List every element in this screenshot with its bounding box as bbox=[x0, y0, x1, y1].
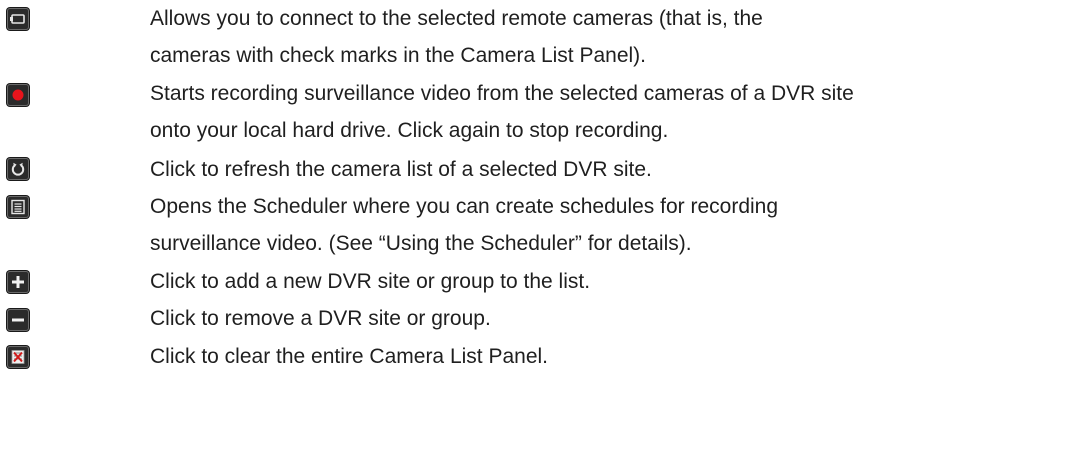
description-line: Click to add a new DVR site or group to … bbox=[150, 270, 591, 293]
description-line: Click to remove a DVR site or group. bbox=[150, 307, 491, 330]
description-line: cameras with check marks in the Camera L… bbox=[150, 44, 647, 67]
scheduler-icon bbox=[7, 196, 29, 218]
description-line: surveillance video. (See “Using the Sche… bbox=[150, 232, 692, 255]
description-line: onto your local hard drive. Click again … bbox=[150, 119, 669, 142]
item-description: Starts recording surveillance video from… bbox=[150, 75, 1060, 149]
description-line: Allows you to connect to the selected re… bbox=[150, 7, 763, 30]
description-line: Opens the Scheduler where you can create… bbox=[150, 195, 779, 218]
item-description: Click to refresh the camera list of a se… bbox=[150, 151, 1060, 188]
refresh-icon bbox=[7, 158, 29, 180]
item-description: Click to remove a DVR site or group. bbox=[150, 300, 1060, 337]
remove-icon bbox=[7, 309, 29, 331]
description-line: Starts recording surveillance video from… bbox=[150, 82, 854, 105]
item-description: Click to clear the entire Camera List Pa… bbox=[150, 338, 1060, 375]
description-line: Click to refresh the camera list of a se… bbox=[150, 158, 652, 181]
connect-camera-icon bbox=[7, 8, 29, 30]
record-icon bbox=[7, 84, 29, 106]
clear-list-icon bbox=[7, 346, 29, 368]
item-description: Click to add a new DVR site or group to … bbox=[150, 263, 1060, 300]
item-description: Allows you to connect to the selected re… bbox=[150, 0, 1060, 74]
add-icon bbox=[7, 271, 29, 293]
item-description: Opens the Scheduler where you can create… bbox=[150, 188, 1060, 262]
description-line: Click to clear the entire Camera List Pa… bbox=[150, 345, 549, 368]
